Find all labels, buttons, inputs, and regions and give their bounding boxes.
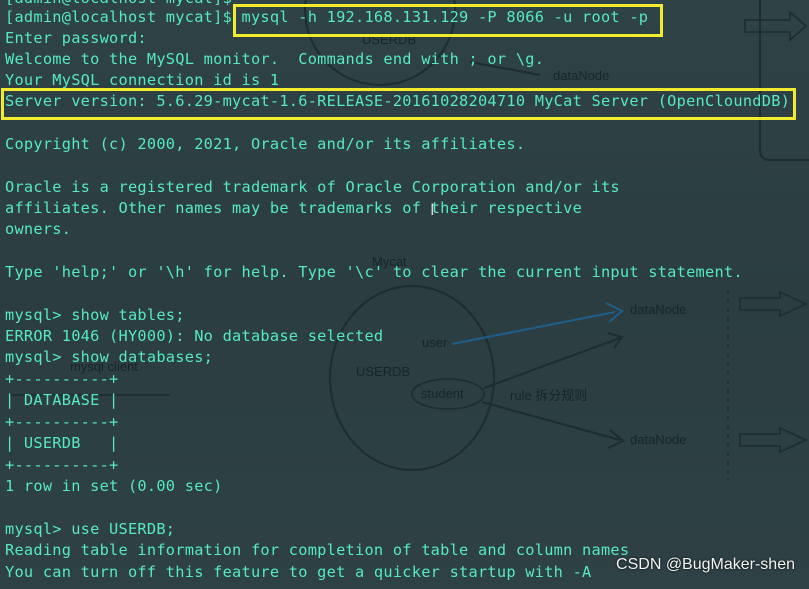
rule-label: rule 拆分规则: [510, 388, 587, 403]
terminal-line-21: | USERDB |: [5, 434, 119, 452]
right-arrow-1: [739, 290, 808, 318]
terminal-line-11: owners.: [5, 220, 72, 238]
right-arrow-2: [739, 426, 808, 454]
csdn-watermark: CSDN @BugMaker-shen: [616, 556, 795, 573]
command-highlight-box: [233, 4, 663, 37]
terminal-line-18: +----------+: [5, 370, 119, 388]
terminal-line-27: You can turn off this feature to get a q…: [5, 563, 592, 581]
datanode-top-label: dataNode: [553, 68, 609, 83]
terminal-line-17: mysql> show databases;: [5, 348, 214, 366]
terminal-line-15: mysql> show tables;: [5, 306, 185, 324]
userdb-label: USERDB: [356, 364, 410, 379]
terminal-line-9: Oracle is a registered trademark of Orac…: [5, 178, 620, 196]
student-arrow-up: [483, 337, 621, 389]
userdb-circle: [329, 285, 495, 471]
terminal-line-16: ERROR 1046 (HY000): No database selected: [5, 327, 384, 345]
terminal-line-2: Enter password:: [5, 29, 147, 47]
top-right-box: [759, 0, 809, 161]
terminal-line-22: +----------+: [5, 456, 119, 474]
terminal-line-13: Type 'help;' or '\h' for help. Type '\c'…: [5, 263, 743, 281]
server-version-highlight-box: [1, 88, 796, 120]
terminal-line-19: | DATABASE |: [5, 391, 119, 409]
terminal-line-25: mysql> use USERDB;: [5, 520, 176, 538]
user-arrow-line: [451, 311, 616, 345]
user-label: user: [422, 335, 448, 350]
datanode-2-label: dataNode: [630, 432, 686, 447]
terminal-line-23: 1 row in set (0.00 sec): [5, 477, 223, 495]
student-arrow-down: [481, 401, 621, 441]
terminal-line-10: affiliates. Other names may be trademark…: [5, 199, 583, 217]
student-label: student: [421, 386, 464, 401]
terminal-line-7: Copyright (c) 2000, 2021, Oracle and/or …: [5, 135, 526, 153]
text-cursor-icon: I: [430, 200, 435, 219]
datanode-1-label: dataNode: [630, 302, 686, 317]
terminal-window[interactable]: USERDB dataNode Mycat user USERDB studen…: [0, 0, 809, 589]
terminal-line-3: Welcome to the MySQL monitor. Commands e…: [5, 50, 545, 68]
terminal-line-26: Reading table information for completion…: [5, 541, 630, 559]
top-right-arrow: [744, 10, 808, 42]
terminal-line-20: +----------+: [5, 413, 119, 431]
